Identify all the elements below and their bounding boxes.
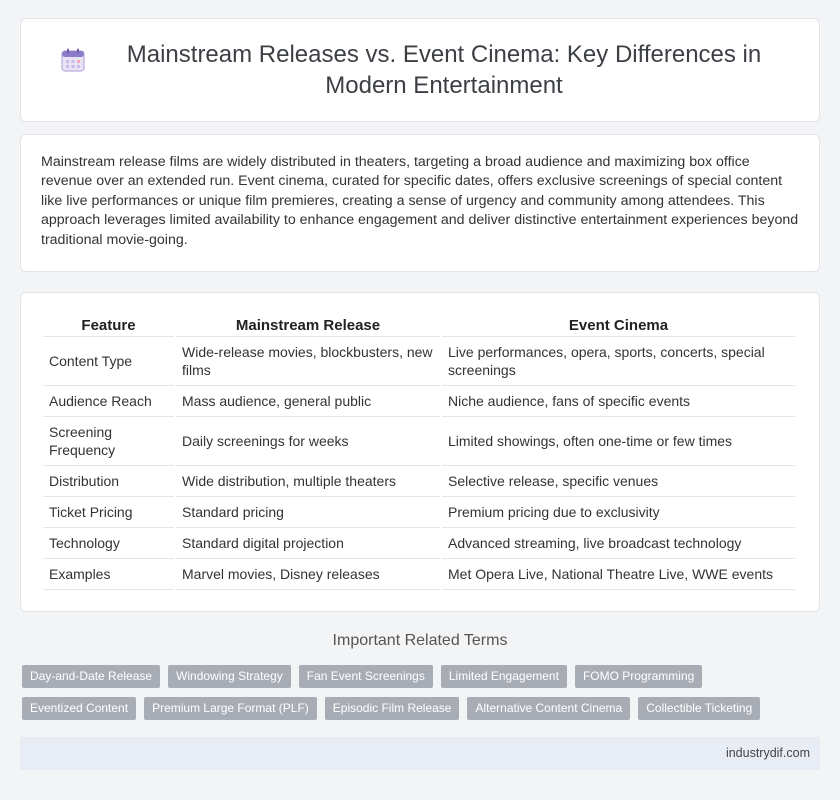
header-card: Mainstream Releases vs. Event Cinema: Ke… xyxy=(20,18,820,122)
row-mainstream: Standard pricing xyxy=(176,497,440,528)
row-event: Met Opera Live, National Theatre Live, W… xyxy=(442,559,795,590)
related-tag[interactable]: Episodic Film Release xyxy=(324,697,460,720)
header-mainstream: Mainstream Release xyxy=(176,313,440,337)
related-tag[interactable]: Day-and-Date Release xyxy=(22,665,161,688)
row-feature: Examples xyxy=(43,559,174,590)
related-terms-title: Important Related Terms xyxy=(332,632,508,649)
related-tag[interactable]: Windowing Strategy xyxy=(168,665,291,688)
related-tag[interactable]: Premium Large Format (PLF) xyxy=(144,697,317,720)
related-tag[interactable]: Eventized Content xyxy=(22,697,137,720)
table-row: Technology Standard digital projection A… xyxy=(43,528,795,559)
header-feature: Feature xyxy=(43,313,174,337)
comparison-table-card: Feature Mainstream Release Event Cinema … xyxy=(20,292,820,612)
row-mainstream: Daily screenings for weeks xyxy=(176,417,440,466)
calendar-icon xyxy=(61,48,85,72)
related-tag[interactable]: Alternative Content Cinema xyxy=(467,697,631,720)
row-feature: Technology xyxy=(43,528,174,559)
table-header-row: Feature Mainstream Release Event Cinema xyxy=(43,313,795,337)
footer-site[interactable]: industrydif.com xyxy=(726,746,810,760)
row-feature: Ticket Pricing xyxy=(43,497,174,528)
row-mainstream: Wide distribution, multiple theaters xyxy=(176,466,440,497)
row-event: Selective release, specific venues xyxy=(442,466,795,497)
row-feature: Content Type xyxy=(43,337,174,386)
table-row: Screening Frequency Daily screenings for… xyxy=(43,417,795,466)
table-row: Examples Marvel movies, Disney releases … xyxy=(43,559,795,590)
related-tag[interactable]: Limited Engagement xyxy=(440,665,567,688)
row-event: Premium pricing due to exclusivity xyxy=(442,497,795,528)
row-feature: Distribution xyxy=(43,466,174,497)
row-event: Niche audience, fans of specific events xyxy=(442,386,795,417)
intro-text: Mainstream release films are widely dist… xyxy=(41,154,799,248)
row-mainstream: Mass audience, general public xyxy=(176,386,440,417)
footer: industrydif.com xyxy=(20,737,820,770)
row-event: Advanced streaming, live broadcast techn… xyxy=(442,528,795,559)
related-tag[interactable]: FOMO Programming xyxy=(574,665,703,688)
row-mainstream: Marvel movies, Disney releases xyxy=(176,559,440,590)
row-event: Live performances, opera, sports, concer… xyxy=(442,337,795,386)
related-terms-tags: Day-and-Date Release Windowing Strategy … xyxy=(22,665,822,720)
row-mainstream: Standard digital projection xyxy=(176,528,440,559)
header-event: Event Cinema xyxy=(442,313,795,337)
page-title: Mainstream Releases vs. Event Cinema: Ke… xyxy=(126,41,762,99)
table-row: Content Type Wide-release movies, blockb… xyxy=(43,337,795,386)
related-tag[interactable]: Collectible Ticketing xyxy=(638,697,761,720)
comparison-table: Feature Mainstream Release Event Cinema … xyxy=(41,313,797,590)
table-row: Ticket Pricing Standard pricing Premium … xyxy=(43,497,795,528)
intro-card: Mainstream release films are widely dist… xyxy=(20,134,820,272)
related-tag[interactable]: Fan Event Screenings xyxy=(298,665,433,688)
table-row: Distribution Wide distribution, multiple… xyxy=(43,466,795,497)
row-feature: Audience Reach xyxy=(43,386,174,417)
table-row: Audience Reach Mass audience, general pu… xyxy=(43,386,795,417)
row-event: Limited showings, often one-time or few … xyxy=(442,417,795,466)
row-mainstream: Wide-release movies, blockbusters, new f… xyxy=(176,337,440,386)
row-feature: Screening Frequency xyxy=(43,417,174,466)
